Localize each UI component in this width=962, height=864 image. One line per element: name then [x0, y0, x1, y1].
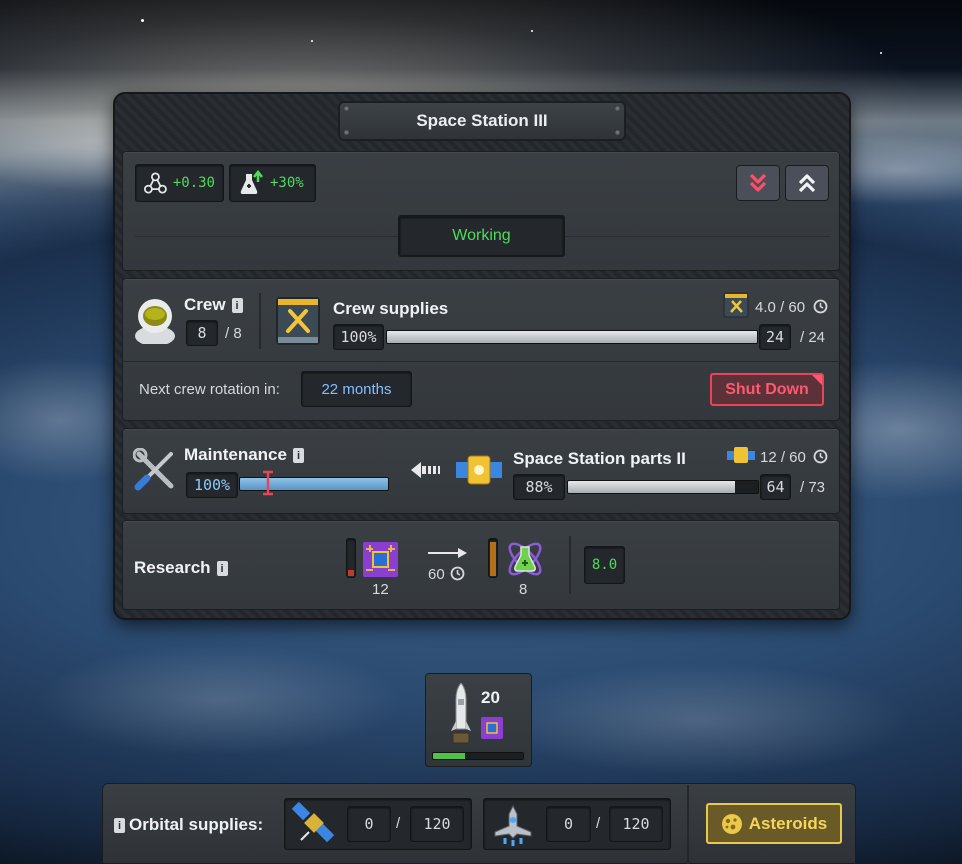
station-parts-max: / 73: [800, 479, 826, 496]
orbital-supplies-label: i Orbital supplies:: [114, 815, 263, 835]
wrench-screwdriver-icon: [133, 448, 174, 491]
ship-current: 0: [546, 806, 591, 842]
star: [141, 19, 144, 22]
double-chevron-down-icon: [749, 173, 767, 192]
spaceship-icon: [494, 804, 532, 846]
rocket-icon: [451, 683, 471, 744]
research-time: 60: [428, 566, 445, 583]
expand-button[interactable]: [785, 165, 829, 201]
status-indicator: Working: [398, 215, 565, 257]
maintenance-info-icon[interactable]: i: [292, 448, 304, 464]
research-input-buffer-fill: [348, 570, 354, 576]
crew-supplies-bar: [386, 330, 758, 344]
station-title: Space Station III: [338, 101, 626, 141]
clock-icon: [450, 566, 465, 581]
divider: [122, 361, 840, 362]
crew-label: Crew i: [184, 295, 243, 315]
clock-icon: [813, 299, 828, 314]
research-input-amount: 12: [372, 581, 389, 598]
crew-current: 8: [186, 320, 218, 346]
divider: [259, 293, 261, 349]
astronaut-helmet-icon: [135, 299, 175, 344]
maintenance-label: Maintenance i: [184, 445, 304, 465]
crew-info-icon[interactable]: i: [231, 298, 243, 314]
crew-supplies-current: 24: [759, 324, 791, 350]
arrow-right-icon: [428, 548, 467, 558]
crew-supplies-label: Crew supplies: [333, 299, 449, 318]
double-chevron-up-icon: [798, 174, 816, 193]
research-output-buffer: [488, 538, 498, 578]
circuit-chip-icon: [481, 717, 503, 739]
rocket-progress-fill: [433, 753, 465, 759]
maintenance-percent: 100%: [186, 472, 238, 498]
collapse-button[interactable]: [736, 165, 780, 201]
ship-slash: /: [596, 815, 601, 832]
station-parts-bar-fill: [568, 481, 736, 493]
satellite-icon: [291, 801, 335, 843]
network-nodes-icon: [144, 172, 167, 194]
research-output-buffer-fill: [490, 542, 496, 576]
research-bonus-value: +30%: [270, 175, 304, 191]
station-module-icon: [456, 455, 502, 485]
rocket-count: 20: [481, 688, 500, 707]
crew-supplies-crate-icon: [276, 297, 320, 345]
flask-upgrade-icon: [240, 170, 263, 194]
circuit-chip-icon: [363, 542, 398, 577]
clock-icon: [813, 449, 828, 464]
rivet: [615, 106, 620, 111]
rivet: [615, 130, 620, 135]
crew-supplies-crate-icon: [723, 292, 749, 318]
status-text: Working: [452, 227, 511, 244]
crew-supplies-bar-fill: [387, 331, 757, 343]
research-output-amount: 8: [519, 581, 528, 598]
station-parts-rate: 12 / 60: [760, 449, 806, 466]
crew-supplies-max: / 24: [800, 329, 826, 346]
station-parts-label: Space Station parts II: [513, 449, 686, 468]
network-stat[interactable]: +0.30: [135, 164, 224, 202]
rocket-progress-bar: [432, 752, 524, 760]
star: [880, 52, 882, 54]
next-rotation-value: 22 months: [301, 371, 412, 407]
crew-max: / 8: [225, 325, 242, 342]
next-rotation-label: Next crew rotation in:: [139, 381, 280, 398]
maintenance-threshold-marker[interactable]: [261, 470, 275, 496]
research-info-icon[interactable]: i: [216, 561, 228, 577]
network-stat-value: +0.30: [172, 175, 215, 191]
rivet: [344, 130, 349, 135]
star: [531, 30, 533, 32]
arrow-left-icon: [411, 462, 440, 478]
rivet: [344, 106, 349, 111]
orbital-info-icon[interactable]: i: [114, 818, 125, 834]
station-parts-current: 64: [760, 474, 791, 500]
satellite-max: 120: [410, 806, 464, 842]
atom-flask-icon: [508, 542, 542, 576]
station-parts-percent: 88%: [513, 474, 565, 500]
asteroids-button[interactable]: Asteroids: [706, 803, 842, 844]
asteroid-icon: [721, 813, 742, 834]
crew-supplies-percent: 100%: [333, 324, 384, 350]
station-module-icon: [727, 447, 755, 463]
station-parts-bar: [567, 480, 759, 494]
crew-supplies-rate: 4.0 / 60: [755, 299, 806, 316]
research-bonus-stat[interactable]: +30%: [229, 164, 316, 202]
shut-down-button[interactable]: Shut Down: [710, 373, 824, 406]
divider: [687, 785, 689, 864]
ship-max: 120: [609, 806, 663, 842]
corner-flag: [812, 375, 822, 385]
satellite-slash: /: [396, 815, 401, 832]
research-label: Research i: [134, 558, 228, 578]
star: [311, 40, 313, 42]
research-section: [122, 520, 840, 610]
divider: [569, 536, 571, 594]
satellite-current: 0: [347, 806, 391, 842]
research-rate: 8.0: [584, 546, 625, 584]
research-input-buffer: [346, 538, 356, 578]
